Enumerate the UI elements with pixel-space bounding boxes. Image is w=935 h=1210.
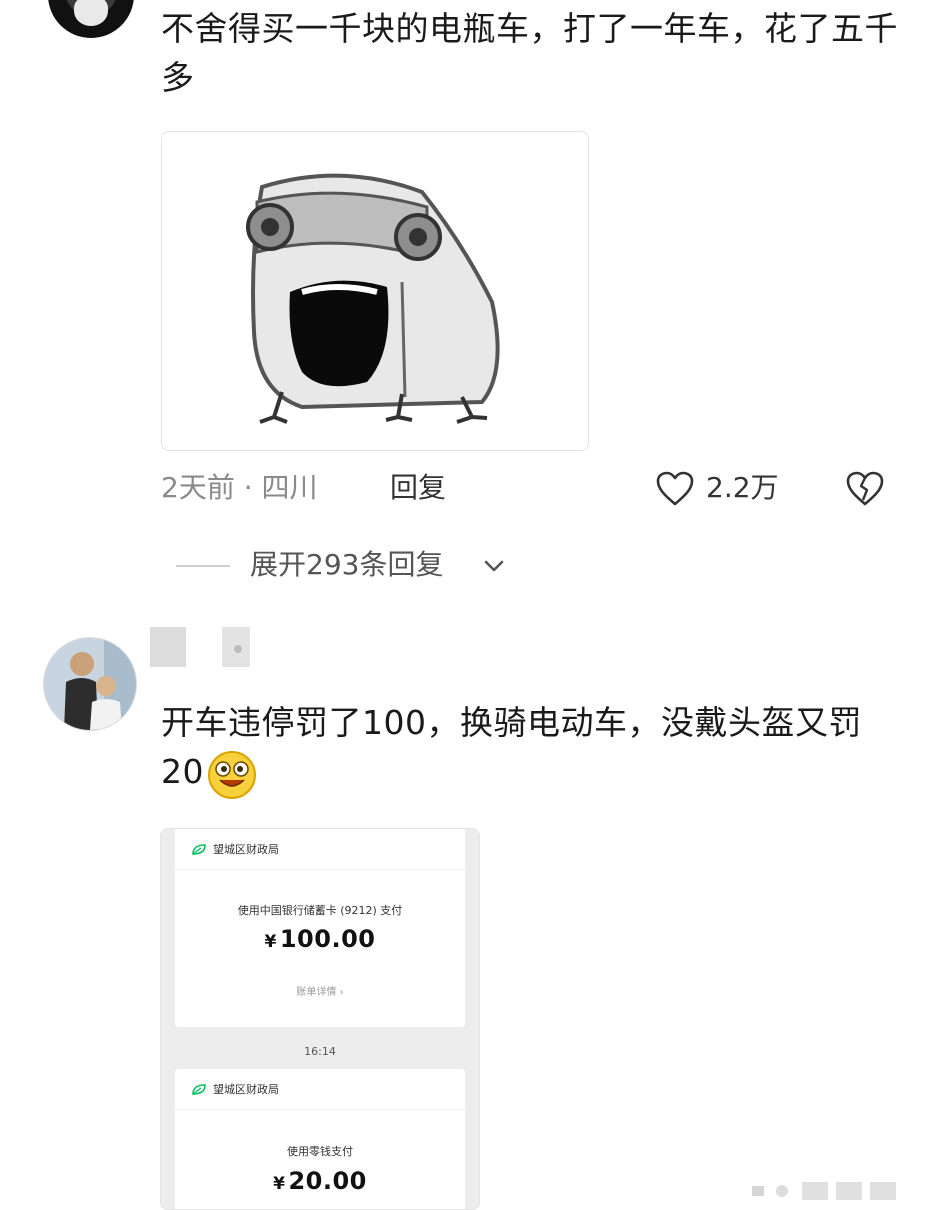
frog-meme-sticker (246, 173, 500, 424)
merchant-name: 望城区财政局 (213, 1083, 279, 1096)
smiley-emoji-icon (206, 748, 258, 800)
amount-value: 20.00 (288, 1167, 367, 1195)
currency-symbol: ¥ (273, 1174, 286, 1194)
comment-text: 不舍得买一千块的电瓶车，打了一年车，花了五千多 (161, 9, 898, 97)
amount-value: 100.00 (279, 925, 376, 953)
avatar[interactable] (43, 637, 137, 731)
username-blurred (150, 627, 250, 667)
watermark (752, 1178, 922, 1206)
sticker-image[interactable] (161, 131, 589, 451)
payment-amount: ¥20.00 (175, 1167, 465, 1195)
payment-method: 使用零钱支付 (287, 1145, 353, 1158)
message-timestamp: 16:14 (304, 1045, 336, 1058)
merchant-header: 望城区财政局 (191, 1081, 279, 1097)
divider (176, 565, 230, 567)
expand-replies-button[interactable]: 展开293条回复 (250, 546, 443, 584)
leaf-icon (192, 843, 206, 855)
like-count: 2.2万 (706, 471, 779, 504)
payment-card: 望城区财政局 使用零钱支付 ¥20.00 (175, 1069, 465, 1209)
divider (175, 869, 465, 870)
leaf-icon (192, 1083, 206, 1095)
comment-time-location: 2天前 · 四川 (161, 471, 318, 504)
merchant-header: 望城区财政局 (191, 841, 279, 857)
divider (175, 1109, 465, 1110)
payment-method: 使用中国银行储蓄卡 (9212) 支付 (237, 904, 403, 917)
payment-screenshot[interactable]: 望城区财政局 使用中国银行储蓄卡 (9212) 支付 ¥100.00 账单详情 … (160, 828, 480, 1210)
broken-heart-icon[interactable] (845, 470, 885, 508)
payment-card: 望城区财政局 使用中国银行储蓄卡 (9212) 支付 ¥100.00 账单详情 … (175, 829, 465, 1027)
comment-text-content: 开车违停罚了100，换骑电动车，没戴头盔又罚20 (161, 703, 862, 791)
reply-button[interactable]: 回复 (390, 470, 446, 506)
currency-symbol: ¥ (264, 932, 277, 952)
chevron-down-icon[interactable] (480, 552, 508, 580)
comment-text: 开车违停罚了100，换骑电动车，没戴头盔又罚20 (161, 698, 901, 800)
avatar[interactable] (48, 0, 134, 38)
merchant-name: 望城区财政局 (213, 843, 279, 856)
payment-amount: ¥100.00 (175, 925, 465, 953)
heart-icon[interactable] (655, 470, 695, 508)
bill-detail-link[interactable]: 账单详情 › (175, 983, 465, 998)
